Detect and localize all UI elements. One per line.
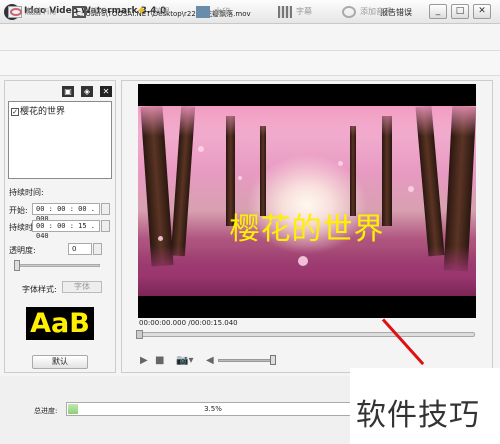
list-item[interactable]: ✓ 樱花的世界: [11, 104, 65, 117]
video-preview[interactable]: 樱花的世界: [138, 84, 476, 318]
edit-text-button[interactable]: ◈: [81, 86, 93, 97]
toolbar-subtitle-label: 字幕: [296, 7, 312, 16]
list-item-label: 樱花的世界: [20, 107, 66, 117]
snapshot-icon[interactable]: 📷▾: [176, 356, 193, 366]
blossom-canopy: [138, 106, 476, 136]
font-button[interactable]: 字体: [62, 281, 102, 293]
volume-icon[interactable]: ◀: [206, 356, 214, 366]
opacity-label: 透明度:: [9, 246, 36, 255]
toolbar-watermark-label: 水印: [214, 7, 230, 16]
delete-icon: ✕: [102, 87, 110, 96]
timecode: 00:00:00.000 /00:00:15.040: [139, 319, 238, 327]
toolbar-cut-button[interactable]: 裁剪: [10, 5, 42, 19]
overlay-text: 樱花的世界: [229, 212, 385, 247]
petal: [338, 161, 343, 166]
volume-slider[interactable]: [218, 359, 276, 362]
progress-bar: 3.5%: [66, 402, 358, 416]
opacity-slider[interactable]: [14, 264, 100, 267]
toolbar-cut-label: 裁剪: [26, 7, 42, 16]
duration-time-stepper[interactable]: [101, 220, 110, 232]
duration-heading: 持续时间:: [9, 188, 44, 197]
start-label: 开始:: [9, 206, 28, 215]
minimize-button[interactable]: _: [429, 4, 447, 19]
watermark-text: 软件技巧: [356, 398, 480, 433]
opacity-field[interactable]: 0: [68, 243, 92, 255]
seek-bar[interactable]: [138, 332, 475, 337]
file-row: [0, 24, 500, 51]
toolbar-crop-button[interactable]: 裁切: [72, 5, 106, 19]
toolbar-music-button[interactable]: 添加音乐: [342, 5, 392, 19]
subtitle-icon: [278, 5, 292, 18]
add-text-button[interactable]: ▣: [62, 86, 74, 97]
toolbar-effect-label: 效果: [154, 7, 170, 16]
play-icon[interactable]: ▶: [140, 356, 148, 366]
effect-icon: ✦: [136, 3, 147, 19]
start-time-stepper[interactable]: [101, 203, 110, 215]
tree-trunk: [350, 126, 356, 216]
default-button[interactable]: 默认: [32, 355, 88, 369]
opacity-slider-thumb[interactable]: [14, 260, 20, 271]
petal: [198, 146, 204, 152]
watermark-icon: [196, 5, 210, 18]
checkbox[interactable]: ✓: [11, 107, 19, 116]
opacity-stepper[interactable]: [93, 243, 102, 255]
progress-label: 总进度:: [34, 407, 58, 415]
music-icon: [342, 5, 356, 18]
duration-time-field[interactable]: 00 : 00 : 15 . 040: [32, 220, 100, 240]
edit-text-icon: ◈: [83, 87, 91, 96]
petal-ground: [138, 246, 476, 296]
delete-text-button[interactable]: ✕: [100, 86, 112, 97]
volume-slider-thumb[interactable]: [270, 355, 276, 365]
toolbar-music-label: 添加音乐: [360, 7, 392, 16]
video-frame: [138, 106, 476, 296]
toolbar-subtitle-button[interactable]: 字幕: [278, 5, 312, 19]
toolbar-crop-label: 裁切: [90, 7, 106, 16]
toolbar-watermark-button[interactable]: 水印: [196, 5, 230, 19]
start-time-field[interactable]: 00 : 00 : 00 . 000: [32, 203, 100, 223]
scissors-icon: [10, 7, 22, 16]
stop-icon[interactable]: ■: [155, 356, 164, 366]
font-style-label: 字体样式:: [22, 285, 57, 294]
progress-text: 3.5%: [204, 405, 222, 413]
crop-icon: [72, 5, 86, 18]
petal: [238, 176, 242, 180]
close-button[interactable]: ✕: [473, 4, 491, 19]
seek-thumb[interactable]: [136, 330, 143, 339]
font-preview: AaB: [26, 307, 94, 340]
maximize-button[interactable]: □: [451, 4, 469, 19]
text-list[interactable]: ✓ 樱花的世界: [8, 101, 112, 179]
petal: [408, 186, 414, 192]
petal: [298, 256, 308, 266]
toolbar: [0, 51, 500, 76]
toolbar-effect-button[interactable]: ✦ 效果: [136, 5, 170, 19]
add-text-icon: ▣: [64, 87, 72, 96]
tree-trunk: [260, 126, 266, 216]
